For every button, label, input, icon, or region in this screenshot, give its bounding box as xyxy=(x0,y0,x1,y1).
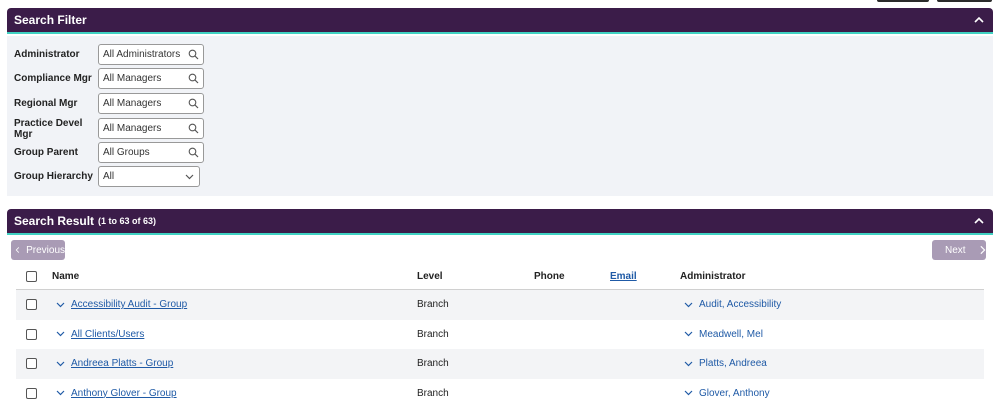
filter-value: All Groups xyxy=(103,147,150,158)
chevron-down-icon[interactable] xyxy=(184,171,195,182)
row-name-link[interactable]: All Clients/Users xyxy=(71,329,144,340)
row-level: Branch xyxy=(417,299,449,311)
chevron-down-icon[interactable] xyxy=(684,331,693,337)
previous-button[interactable]: Previous xyxy=(11,240,65,260)
filter-value: All Managers xyxy=(103,123,162,134)
next-button[interactable]: Next xyxy=(932,240,986,260)
row-level: Branch xyxy=(417,387,449,399)
search-icon[interactable] xyxy=(188,73,199,84)
filter-value: All xyxy=(103,171,115,182)
row-level: Branch xyxy=(417,328,449,340)
practice-devel-mgr-input[interactable]: All Managers xyxy=(98,118,204,139)
column-administrator[interactable]: Administrator xyxy=(680,264,746,289)
search-result-title: Search Result xyxy=(14,214,95,228)
group-parent-input[interactable]: All Groups xyxy=(98,142,204,163)
search-filter-title: Search Filter xyxy=(14,13,87,27)
table-row: Andreea Platts - Group Branch Platts, An… xyxy=(16,349,984,379)
select-all-checkbox[interactable] xyxy=(26,271,37,282)
search-result-header[interactable]: Search Result (1 to 63 of 63) xyxy=(7,209,993,235)
chevron-down-icon[interactable] xyxy=(56,390,65,396)
search-icon[interactable] xyxy=(188,123,199,134)
next-label: Next xyxy=(945,244,966,256)
filter-row-compliance-mgr: Compliance Mgr All Managers xyxy=(14,68,204,89)
previous-label: Previous xyxy=(26,244,65,256)
filter-row-group-parent: Group Parent All Groups xyxy=(14,142,204,163)
search-filter-header[interactable]: Search Filter xyxy=(7,8,993,34)
row-checkbox[interactable] xyxy=(26,328,37,340)
chevron-down-icon[interactable] xyxy=(684,302,693,308)
pagination-bar: Previous Next xyxy=(7,237,993,263)
table-row: Accessibility Audit - Group Branch Audit… xyxy=(16,290,984,320)
row-checkbox[interactable] xyxy=(26,387,37,399)
chevron-up-icon[interactable] xyxy=(973,14,985,26)
filter-label: Compliance Mgr xyxy=(14,73,92,84)
filter-row-group-hierarchy: Group Hierarchy All xyxy=(14,166,200,187)
results-table: Name Level Phone Email Administrator Acc… xyxy=(16,264,984,401)
chevron-left-icon xyxy=(15,247,20,253)
chevron-down-icon[interactable] xyxy=(56,331,65,337)
row-checkbox[interactable] xyxy=(26,358,37,370)
group-hierarchy-select[interactable]: All xyxy=(98,166,200,187)
top-action-button-1[interactable] xyxy=(877,0,929,2)
filter-value: All Managers xyxy=(103,73,162,84)
row-administrator[interactable]: Platts, Andreea xyxy=(699,358,767,369)
row-level: Branch xyxy=(417,358,449,370)
chevron-down-icon[interactable] xyxy=(56,361,65,367)
table-row: All Clients/Users Branch Meadwell, Mel xyxy=(16,320,984,350)
compliance-mgr-input[interactable]: All Managers xyxy=(98,68,204,89)
row-name-link[interactable]: Anthony Glover - Group xyxy=(71,388,177,399)
chevron-right-icon xyxy=(979,245,985,255)
row-checkbox[interactable] xyxy=(26,299,37,311)
top-action-button-2[interactable] xyxy=(937,0,992,2)
chevron-down-icon[interactable] xyxy=(684,390,693,396)
row-name-link[interactable]: Andreea Platts - Group xyxy=(71,358,173,369)
filter-value: All Managers xyxy=(103,98,162,109)
column-name[interactable]: Name xyxy=(52,264,79,289)
filter-row-practice-devel-mgr: Practice Devel Mgr All Managers xyxy=(14,117,204,140)
search-icon[interactable] xyxy=(188,49,199,60)
chevron-down-icon[interactable] xyxy=(684,361,693,367)
row-administrator[interactable]: Glover, Anthony xyxy=(699,388,770,399)
filter-label: Administrator xyxy=(14,49,80,60)
filter-label: Group Parent xyxy=(14,147,78,158)
filter-value: All Administrators xyxy=(103,49,181,60)
filter-row-regional-mgr: Regional Mgr All Managers xyxy=(14,93,204,114)
search-filter-body: Administrator All Administrators Complia… xyxy=(7,36,993,196)
column-level[interactable]: Level xyxy=(417,264,443,289)
column-phone[interactable]: Phone xyxy=(534,264,565,289)
regional-mgr-input[interactable]: All Managers xyxy=(98,93,204,114)
table-header: Name Level Phone Email Administrator xyxy=(16,264,984,290)
administrator-input[interactable]: All Administrators xyxy=(98,44,204,65)
filter-label: Group Hierarchy xyxy=(14,171,93,182)
filter-label: Regional Mgr xyxy=(14,98,78,109)
result-range: (1 to 63 of 63) xyxy=(98,216,157,226)
chevron-up-icon[interactable] xyxy=(973,215,985,227)
filter-label: Practice Devel Mgr xyxy=(14,117,83,140)
row-administrator[interactable]: Audit, Accessibility xyxy=(699,299,781,310)
table-row: Anthony Glover - Group Branch Glover, An… xyxy=(16,379,984,401)
filter-row-administrator: Administrator All Administrators xyxy=(14,44,204,65)
search-icon[interactable] xyxy=(188,98,199,109)
row-administrator[interactable]: Meadwell, Mel xyxy=(699,329,763,340)
column-email[interactable]: Email xyxy=(610,264,637,289)
row-name-link[interactable]: Accessibility Audit - Group xyxy=(71,299,187,310)
chevron-down-icon[interactable] xyxy=(56,302,65,308)
search-icon[interactable] xyxy=(188,147,199,158)
